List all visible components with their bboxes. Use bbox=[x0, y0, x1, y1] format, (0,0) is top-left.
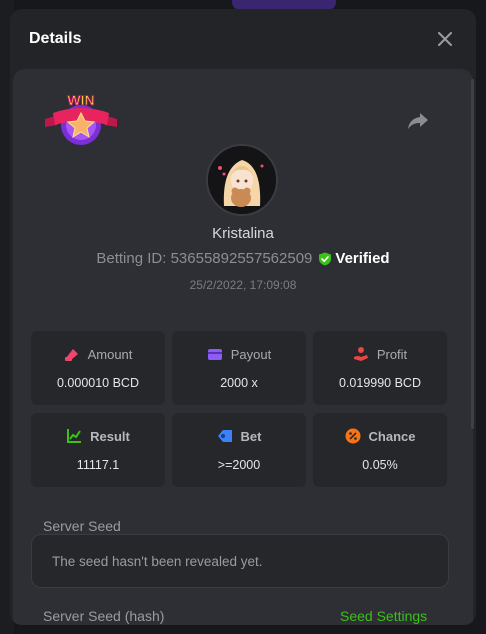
result-chart-icon bbox=[67, 429, 82, 443]
profit-hand-icon bbox=[353, 347, 368, 361]
stat-value: 2000 x bbox=[220, 376, 258, 390]
stat-label: Amount bbox=[87, 346, 133, 362]
server-seed-hash-label: Server Seed (hash) bbox=[43, 608, 165, 624]
stat-value: 0.05% bbox=[362, 458, 398, 472]
percent-icon bbox=[345, 428, 361, 444]
stat-chance: Chance 0.05% bbox=[313, 413, 447, 487]
share-arrow-icon bbox=[408, 113, 428, 129]
share-button[interactable] bbox=[406, 109, 430, 133]
betting-id-text: Betting ID: 53655892557562509 bbox=[96, 250, 313, 267]
stat-value: 0.000010 BCD bbox=[56, 376, 139, 390]
stat-profit: Profit 0.019990 BCD bbox=[313, 331, 447, 405]
win-badge-icon: WIN bbox=[45, 92, 117, 145]
close-button[interactable] bbox=[433, 27, 457, 51]
stat-label: Result bbox=[90, 428, 130, 444]
stat-bet: Bet >=2000 bbox=[172, 413, 306, 487]
stat-amount: Amount 0.000010 BCD bbox=[31, 331, 165, 405]
stat-value: >=2000 bbox=[217, 458, 261, 472]
stat-label: Bet bbox=[240, 428, 262, 444]
verified-badge: Verified bbox=[318, 250, 390, 267]
stat-value: 0.019990 BCD bbox=[338, 376, 421, 390]
stat-label: Chance bbox=[368, 428, 416, 444]
details-modal: Details WIN Kristalina Betting ID: 53655… bbox=[10, 9, 476, 625]
bet-timestamp: 25/2/2022, 17:09:08 bbox=[189, 278, 297, 292]
verified-label: Verified bbox=[335, 250, 390, 267]
stat-payout: Payout 2000 x bbox=[172, 331, 306, 405]
modal-header: Details bbox=[10, 9, 476, 69]
stat-value: 11117.1 bbox=[76, 458, 120, 472]
svg-text:WIN: WIN bbox=[67, 92, 94, 108]
bet-stats-grid: Amount 0.000010 BCD Payout 2000 x Profit… bbox=[31, 331, 449, 487]
stat-label: Profit bbox=[376, 346, 408, 362]
scrollbar[interactable] bbox=[471, 79, 474, 429]
wallet-icon bbox=[207, 349, 222, 360]
stat-result: Result 11117.1 bbox=[31, 413, 165, 487]
avatar[interactable] bbox=[206, 144, 278, 216]
server-seed-text: The seed hasn't been revealed yet. bbox=[52, 553, 263, 569]
server-seed-label: Server Seed bbox=[43, 518, 121, 534]
server-seed-field[interactable]: The seed hasn't been revealed yet. bbox=[31, 534, 449, 588]
avatar-image bbox=[208, 146, 276, 214]
betting-id-row: Betting ID: 53655892557562509 Verified bbox=[13, 250, 473, 267]
win-badge: WIN bbox=[43, 91, 119, 149]
player-username: Kristalina bbox=[212, 225, 274, 242]
bet-tag-icon bbox=[217, 430, 232, 442]
amount-icon bbox=[64, 349, 78, 361]
modal-title: Details bbox=[29, 30, 82, 47]
stat-label: Payout bbox=[230, 346, 272, 362]
shield-check-icon bbox=[319, 252, 332, 265]
bet-details-card: WIN Kristalina Betting ID: 5365589255756… bbox=[13, 69, 473, 625]
close-icon bbox=[438, 32, 452, 46]
seed-settings-link[interactable]: Seed Settings bbox=[340, 608, 427, 624]
